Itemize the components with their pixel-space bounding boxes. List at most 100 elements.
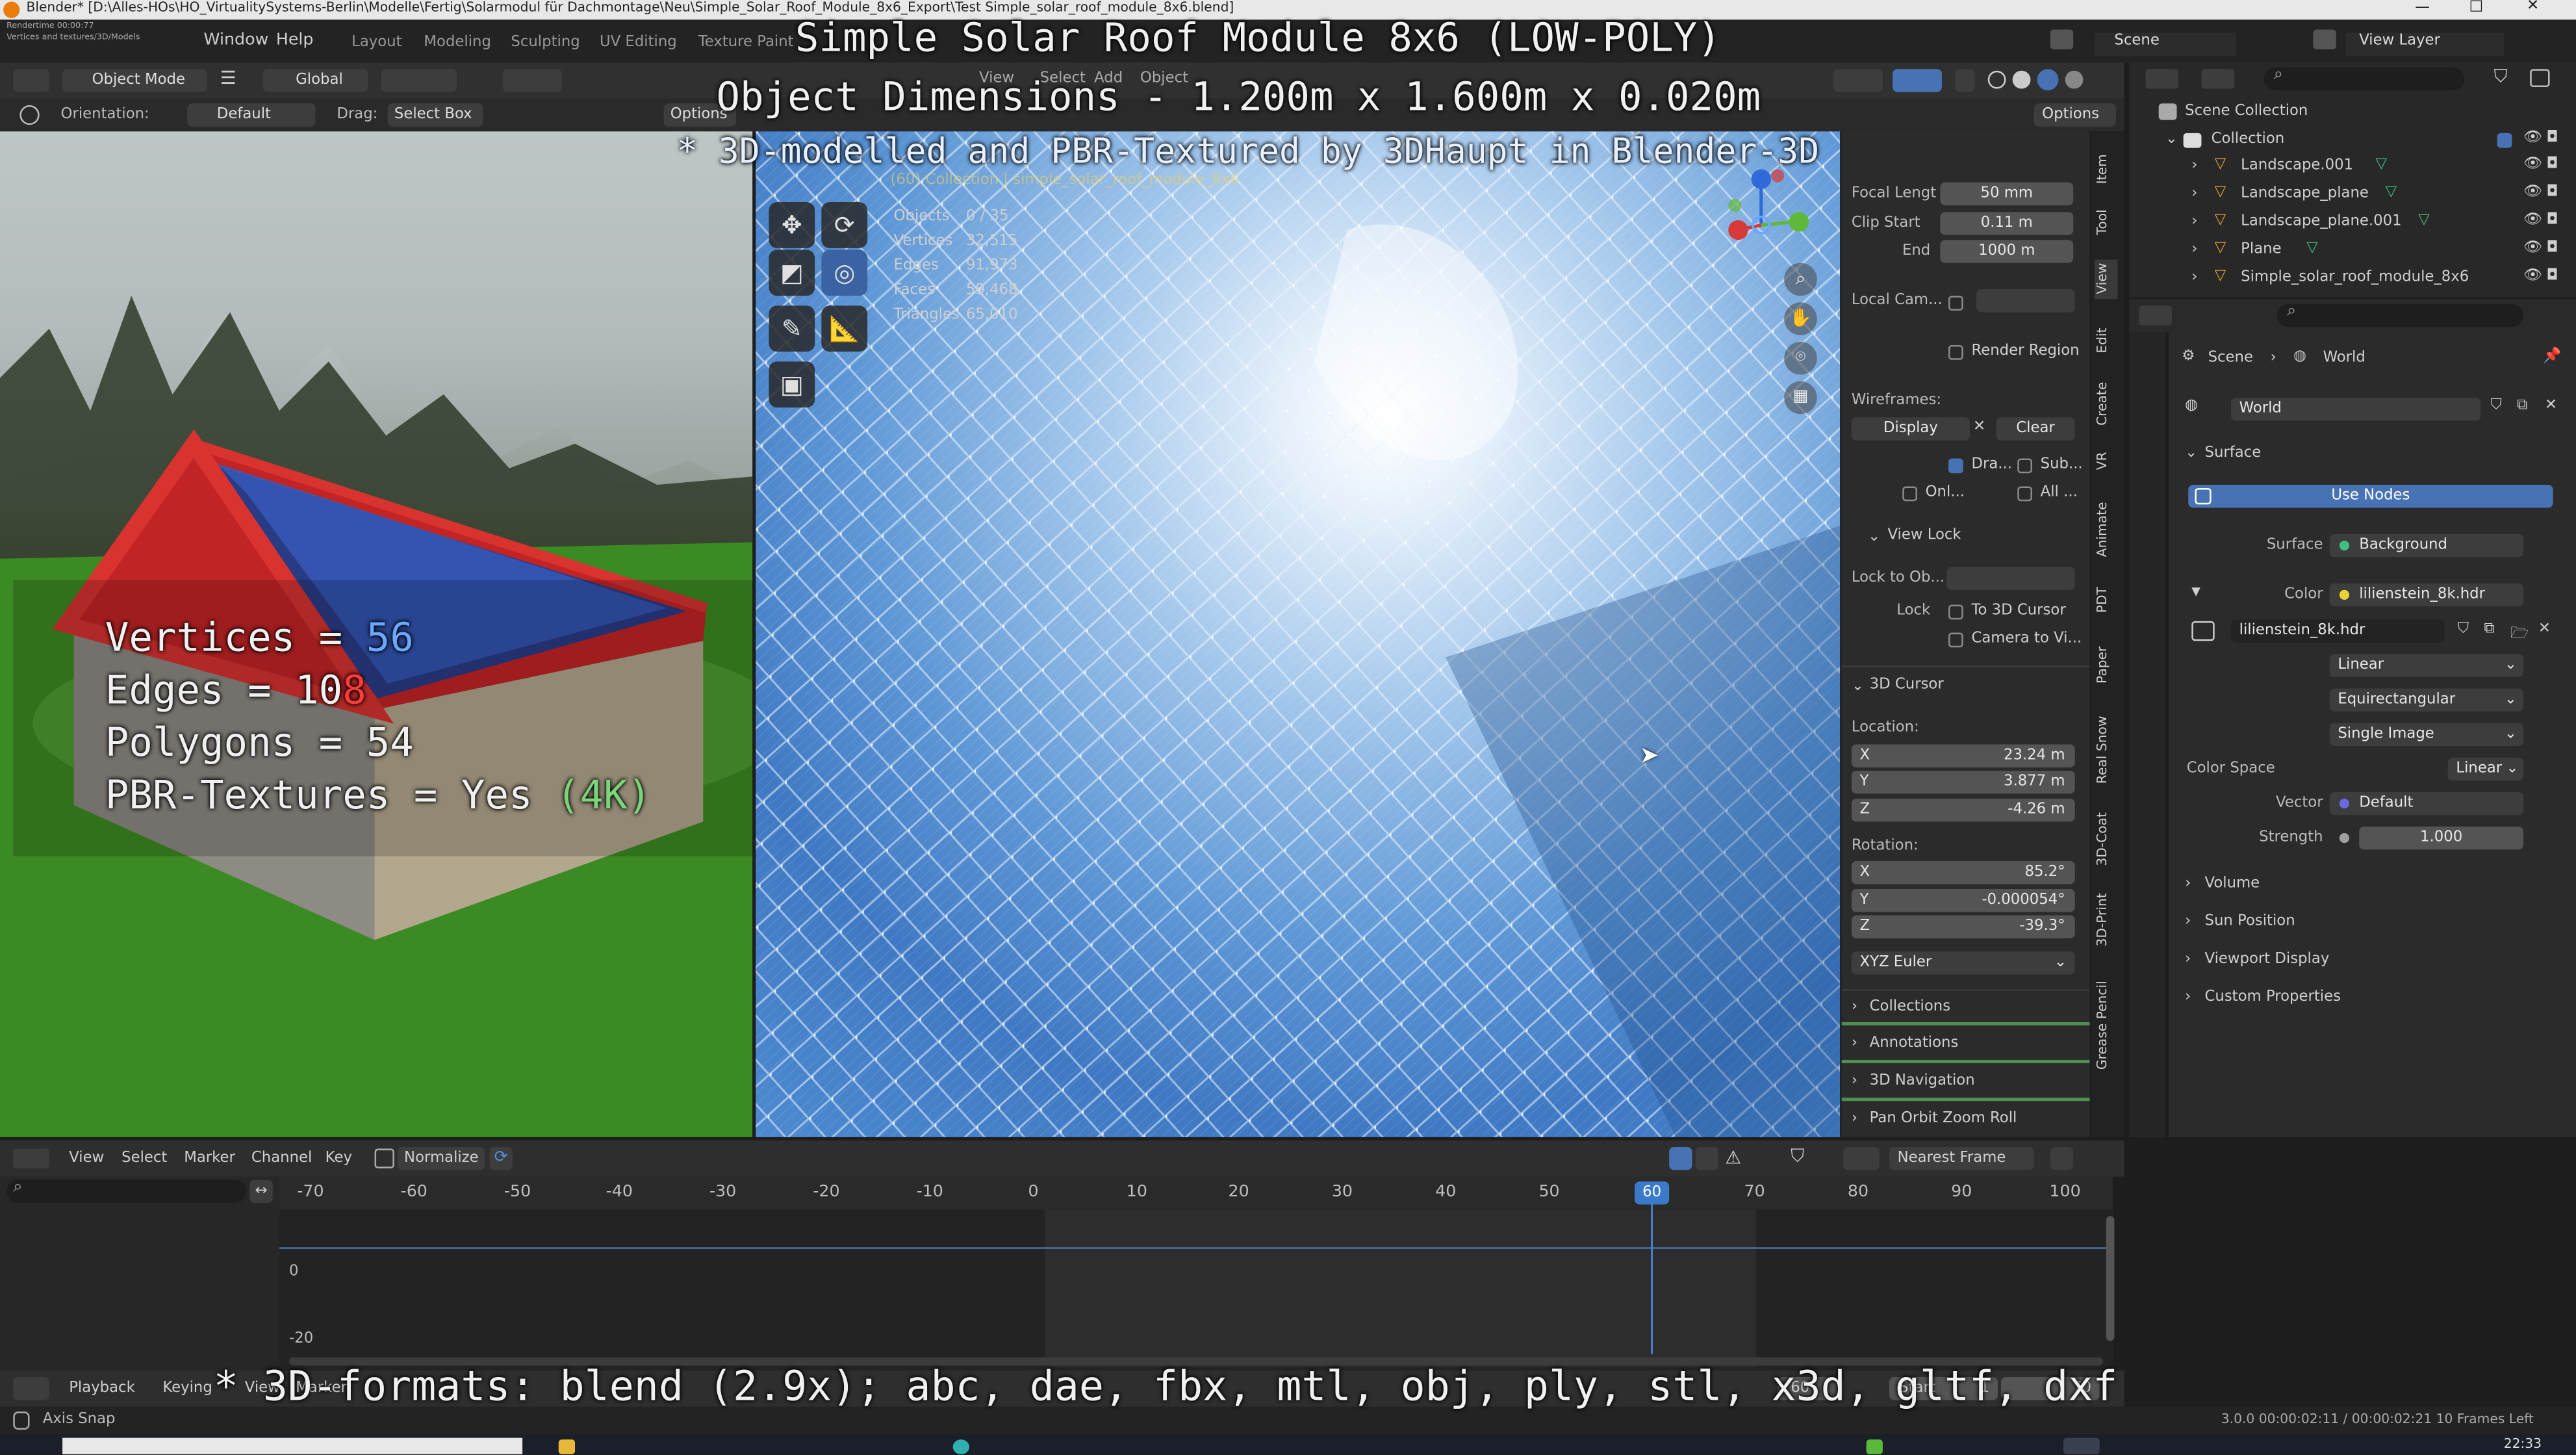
tab-tool[interactable]: Tool (2095, 204, 2117, 240)
view-layer-selector[interactable]: View Layer (2345, 32, 2504, 56)
tab-create[interactable]: Create (2095, 378, 2117, 431)
color-space-dropdown[interactable]: Linear ⌄ (2447, 757, 2524, 781)
surface-shader-field[interactable]: Background (2329, 534, 2524, 558)
collections-panel[interactable]: › Collections (1841, 989, 2090, 1025)
projection-dropdown[interactable]: Equirectangular ⌄ (2329, 688, 2524, 712)
vector-field[interactable]: Default (2329, 792, 2524, 816)
scale-tool-button[interactable]: ◩ (769, 250, 815, 296)
cursor-location-y[interactable]: Y 3.877 m (1851, 770, 2075, 794)
image-fake-user-icon[interactable]: ⛉ (2458, 621, 2469, 637)
transform-tool-button[interactable]: ◎ (821, 250, 868, 296)
keying-menu[interactable]: Keying (162, 1380, 212, 1397)
taskbar-app-icon[interactable] (2063, 1437, 2100, 1454)
main-3d-viewport[interactable]: ✥ ⟳ ◩ ◎ ✎ 📐 ▣ (60) Collection | simple_s… (756, 131, 1841, 1137)
image-unlink-icon[interactable]: ✕ (2538, 621, 2551, 637)
volume-panel[interactable]: › Volume (2178, 869, 2566, 903)
timeline-editor-icon[interactable] (13, 1377, 49, 1400)
normalize-icon[interactable] (374, 1148, 394, 1168)
clip-start-field[interactable]: 0.11 m (1940, 212, 2074, 235)
filter-icon[interactable]: ⛉ (2494, 66, 2508, 88)
timeline-menu-marker[interactable]: Marker (184, 1150, 235, 1166)
taskbar-app-icon[interactable] (1866, 1439, 1883, 1454)
taskbar-app-icon[interactable] (558, 1439, 576, 1454)
menu-help[interactable]: Help (276, 31, 314, 49)
strength-field[interactable]: 1.000 (2359, 826, 2524, 850)
move-tool-button[interactable]: ✥ (769, 202, 815, 248)
unlink-world-icon[interactable]: ✕ (2545, 398, 2557, 414)
tab-item[interactable]: Item (2095, 148, 2117, 191)
cursor-chevron-icon[interactable]: ⌄ (1852, 678, 1864, 695)
cursor-location-x[interactable]: X 23.24 m (1851, 744, 2075, 767)
add-cube-tool-button[interactable]: ▣ (769, 361, 815, 408)
tab-real-snow[interactable]: Real Snow (2095, 710, 2117, 788)
expand-arrow-icon[interactable]: › (2191, 242, 2197, 258)
rotate-tool-button[interactable]: ⟳ (821, 202, 868, 248)
tab-vr[interactable]: VR (2095, 447, 2117, 473)
shading-wire-icon[interactable] (1987, 70, 2006, 89)
view-layer-icon[interactable] (2313, 29, 2336, 49)
local-camera-checkbox[interactable] (1948, 296, 1963, 311)
render-icon[interactable]: ◘ (2546, 240, 2558, 256)
timeline-menu-select[interactable]: Select (121, 1150, 167, 1166)
annotations-panel[interactable]: › Annotations (1841, 1027, 2090, 1064)
new-collection-icon[interactable] (2530, 69, 2550, 88)
3d-navigation-panel[interactable]: › 3D Navigation (1841, 1065, 2090, 1101)
timeline-menu-channel[interactable]: Channel (251, 1150, 312, 1166)
expand-arrow-icon[interactable]: › (2191, 158, 2197, 174)
cursor-panel-header[interactable]: 3D Cursor (1870, 677, 1944, 693)
pivot-icon[interactable] (1843, 1147, 1880, 1170)
orientation-dropdown[interactable]: Default (187, 103, 316, 127)
playhead-frame-badge[interactable]: 60 (1635, 1181, 1670, 1205)
tab-sculpting[interactable]: Sculpting (511, 34, 580, 51)
drag-dropdown[interactable]: Select Box (387, 103, 483, 127)
visibility-icon[interactable]: 👁 (2523, 156, 2542, 172)
image-open-icon[interactable]: 🗁 (2510, 621, 2529, 647)
render-region-checkbox[interactable] (1948, 345, 1963, 360)
outliner-item-landscape-plane-001[interactable]: › ▽ Landscape_plane.001 ▽ 👁 ◘ (2129, 211, 2576, 237)
navigation-gizmo[interactable] (1709, 156, 1824, 271)
dra-checkbox[interactable] (1948, 458, 1963, 474)
errors-icon[interactable]: ⚠ (1722, 1147, 1744, 1170)
source-dropdown[interactable]: Single Image ⌄ (2329, 723, 2524, 747)
graph-scrollbar[interactable] (2106, 1216, 2115, 1341)
shading-material-icon[interactable] (2037, 69, 2059, 91)
camera-view-icon[interactable]: ⌾ (1784, 341, 1817, 375)
outliner-item-plane[interactable]: › ▽ Plane ▽ 👁 ◘ (2129, 238, 2576, 264)
proportional-edit-icon[interactable] (2050, 1147, 2074, 1170)
options-dropdown-right[interactable]: Options (2034, 103, 2116, 127)
collection-render-icon[interactable]: ◘ (2546, 130, 2558, 146)
lock-to-object-field[interactable] (1946, 567, 2075, 590)
lock-to-cursor-checkbox[interactable] (1948, 604, 1963, 620)
tab-grease-pencil[interactable]: Grease Pencil (2095, 973, 2117, 1078)
surface-chevron-icon[interactable]: ⌄ (2185, 445, 2197, 461)
minimize-icon[interactable]: — (2415, 0, 2430, 16)
pan-orbit-panel[interactable]: › Pan Orbit Zoom Roll (1842, 1103, 2090, 1137)
timeline-menu-key[interactable]: Key (325, 1150, 352, 1166)
taskbar-app-icon[interactable] (952, 1439, 969, 1454)
close-icon[interactable]: ✕ (2527, 0, 2539, 15)
wireframes-clear-button[interactable]: Clear (1996, 417, 2075, 441)
image-icon[interactable] (2191, 621, 2215, 641)
outliner-item-landscape-plane[interactable]: › ▽ Landscape_plane ▽ 👁 ◘ (2129, 183, 2576, 209)
gizmo-toggle-icon[interactable] (1833, 69, 1883, 92)
pin-icon[interactable]: 📌 (2543, 348, 2561, 365)
channel-search-input[interactable]: ⌕ (6, 1178, 247, 1204)
expand-arrow-icon[interactable]: › (2191, 186, 2197, 202)
viewport-display-panel[interactable]: › Viewport Display (2178, 945, 2566, 978)
tab-edit[interactable]: Edit (2095, 322, 2117, 359)
cursor-rotation-z[interactable]: Z -39.3° (1851, 915, 2075, 938)
collection-visibility-icon[interactable]: 👁 (2523, 130, 2542, 146)
outliner-item-landscape-001[interactable]: › ▽ Landscape.001 ▽ 👁 ◘ (2129, 155, 2576, 181)
scene-selector[interactable]: Scene (2095, 32, 2236, 56)
transform-orientation-dropdown[interactable]: Global (262, 69, 368, 92)
local-camera-field[interactable] (1976, 289, 2075, 313)
proportional-icon[interactable] (502, 69, 562, 92)
visibility-icon[interactable]: 👁 (2523, 240, 2542, 256)
tab-3d-print[interactable]: 3D-Print (2095, 887, 2117, 953)
render-icon[interactable]: ◘ (2546, 156, 2558, 172)
outliner-search-input[interactable]: ⌕ (2264, 66, 2465, 91)
sub-checkbox[interactable] (2017, 458, 2033, 474)
tab-paper[interactable]: Paper (2095, 641, 2117, 690)
rotation-mode-dropdown[interactable]: XYZ Euler ⌄ (1851, 951, 2075, 975)
collection-checkbox[interactable] (2497, 133, 2512, 148)
